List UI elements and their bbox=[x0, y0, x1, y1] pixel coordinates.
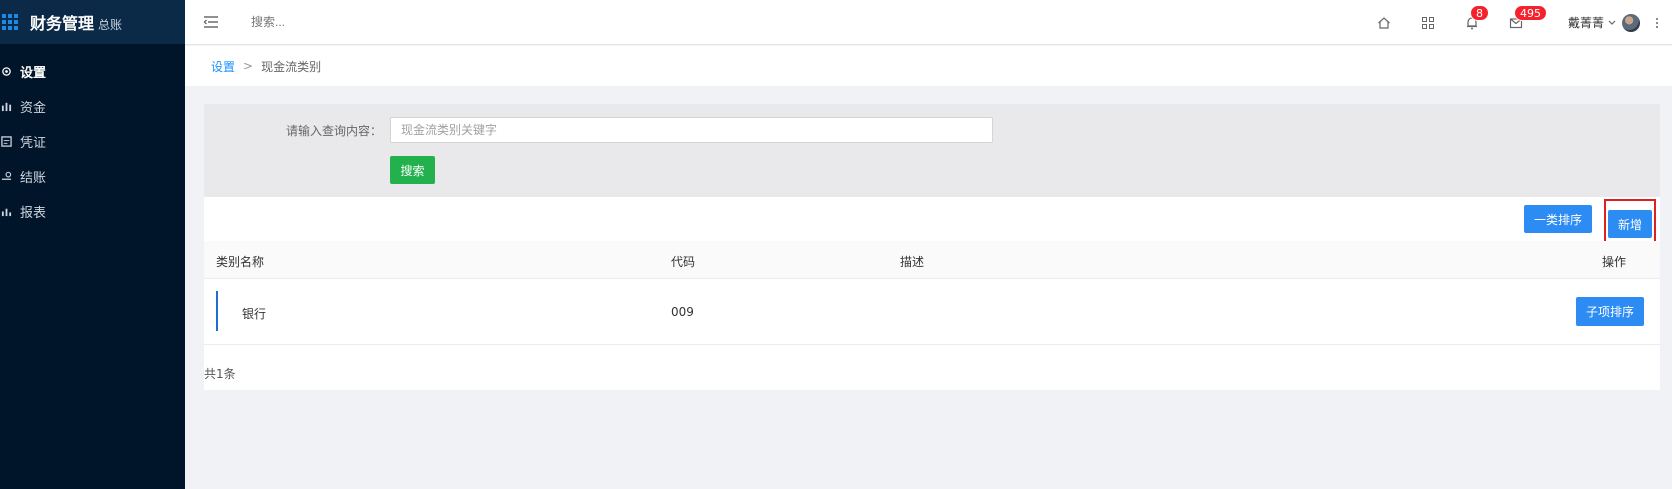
sidebar-item-label: 结账 bbox=[20, 171, 47, 186]
header-actions: 8 495 戴菁菁 bbox=[1362, 0, 1672, 45]
sidebar-item-checkout[interactable]: 结账 bbox=[0, 159, 185, 194]
brand-subtitle: 总账 bbox=[98, 17, 123, 32]
column-header-desc[interactable]: 描述 bbox=[900, 253, 924, 270]
sidebar-item-label: 资金 bbox=[20, 101, 47, 116]
column-header-action: 操作 bbox=[1601, 255, 1626, 269]
column-header-name[interactable]: 类别名称 bbox=[216, 253, 264, 270]
checkout-icon bbox=[0, 171, 12, 183]
breadcrumb-settings-link[interactable]: 设置 bbox=[211, 58, 235, 75]
notification-badge: 8 bbox=[1469, 4, 1489, 21]
brand-title: 财务管理 bbox=[30, 14, 95, 33]
column-header-code[interactable]: 代码 bbox=[671, 253, 695, 270]
sidebar-item-label: 报表 bbox=[20, 206, 47, 221]
table-header: 类别名称 代码 描述 操作 bbox=[204, 241, 1660, 279]
chevron-down-icon bbox=[1608, 20, 1616, 26]
table-row[interactable]: 银行 009 子项排序 bbox=[204, 279, 1660, 345]
table-card: 一类排序 新增 类别名称 代码 描述 操作 银行 009 子项排序 共1条 bbox=[204, 197, 1660, 390]
home-icon[interactable] bbox=[1374, 13, 1394, 33]
sidebar: 财务管理 总账 设置 资金 凭证 结账 报表 bbox=[0, 0, 185, 489]
brand: 财务管理 总账 bbox=[0, 0, 185, 44]
sidebar-item-funds[interactable]: 资金 bbox=[0, 89, 185, 124]
user-menu[interactable]: 戴菁菁 bbox=[1567, 13, 1640, 32]
notification-bell-icon[interactable]: 8 bbox=[1462, 4, 1489, 33]
funds-icon bbox=[0, 101, 12, 113]
avatar[interactable] bbox=[1622, 13, 1640, 32]
cashflow-search-input[interactable] bbox=[390, 117, 993, 143]
sub-sort-button[interactable]: 子项排序 bbox=[1576, 297, 1644, 326]
message-icon[interactable]: 495 bbox=[1506, 4, 1547, 33]
global-search-input[interactable] bbox=[251, 10, 471, 34]
table-toolbar: 一类排序 新增 bbox=[1524, 199, 1660, 249]
chart-icon bbox=[0, 206, 12, 218]
add-button[interactable]: 新增 bbox=[1608, 210, 1652, 238]
sidebar-item-settings[interactable]: 设置 bbox=[0, 54, 185, 89]
sidebar-item-label: 凭证 bbox=[20, 136, 47, 151]
sidebar-item-label: 设置 bbox=[20, 66, 47, 81]
apps-grid-icon[interactable] bbox=[1418, 13, 1438, 33]
total-count: 共1条 bbox=[204, 367, 236, 381]
top-header: 8 495 戴菁菁 bbox=[185, 0, 1672, 45]
search-panel: 请输入查询内容： 搜索 bbox=[204, 104, 1660, 197]
user-name: 戴菁菁 bbox=[1567, 16, 1604, 30]
message-badge: 495 bbox=[1513, 4, 1547, 21]
row-indicator bbox=[216, 291, 218, 331]
more-vertical-icon[interactable] bbox=[1648, 13, 1666, 33]
sidebar-item-voucher[interactable]: 凭证 bbox=[0, 124, 185, 159]
voucher-icon bbox=[0, 136, 12, 148]
breadcrumb: 设置 > 现金流类别 bbox=[185, 46, 1672, 86]
app-grid-icon[interactable] bbox=[2, 14, 18, 30]
search-button[interactable]: 搜索 bbox=[390, 156, 435, 184]
cell-name: 银行 bbox=[242, 307, 267, 321]
breadcrumb-current: 现金流类别 bbox=[261, 59, 322, 74]
sidebar-menu: 设置 资金 凭证 结账 报表 bbox=[0, 54, 185, 229]
cell-code: 009 bbox=[671, 305, 694, 319]
menu-toggle-icon[interactable] bbox=[191, 15, 231, 29]
gear-icon bbox=[0, 66, 12, 78]
primary-sort-button[interactable]: 一类排序 bbox=[1524, 205, 1592, 233]
search-label: 请输入查询内容： bbox=[286, 124, 383, 138]
sidebar-item-reports[interactable]: 报表 bbox=[0, 194, 185, 229]
breadcrumb-separator: > bbox=[243, 59, 254, 73]
